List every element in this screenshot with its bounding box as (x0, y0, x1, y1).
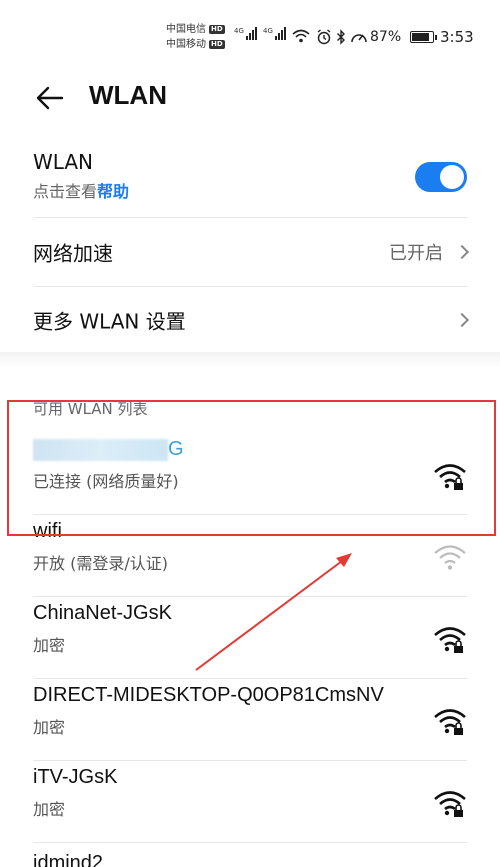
hd-badge: HD (209, 40, 225, 49)
help-hint: 点击查看帮助 (33, 178, 467, 202)
network-status: 加密 (33, 800, 66, 819)
speed-icon (351, 34, 367, 43)
available-list-header: 可用 WLAN 列表 (33, 400, 148, 418)
section-separator (0, 352, 500, 368)
chevron-right-icon (454, 312, 470, 328)
network-item[interactable]: idmind2 (33, 852, 467, 867)
network-status: 加密 (33, 718, 66, 737)
help-hint-prefix: 点击查看 (33, 182, 98, 201)
chevron-right-icon (454, 244, 470, 260)
network-name-suffix: G (168, 438, 184, 461)
signal-1-label: 4G (234, 27, 244, 35)
status-bar: 中国电信 HD 中国移动 HD 4G 4G 87% 3:53 (0, 0, 500, 58)
network-name: iTV-JGsK (33, 766, 118, 788)
wlan-switch[interactable] (415, 162, 467, 192)
signal-1-icon: 4G (234, 27, 257, 40)
network-name: G (33, 438, 467, 461)
divider (33, 678, 467, 679)
divider (33, 514, 467, 515)
bluetooth-icon (337, 29, 345, 45)
network-item[interactable]: DIRECT-MIDESKTOP-Q0OP81CmsNV 加密 (33, 684, 467, 758)
wifi-open-icon (434, 545, 466, 570)
network-status: 已连接 (网络质量好) (33, 472, 179, 492)
network-name: wifi (33, 520, 62, 542)
app-bar: WLAN (0, 76, 500, 120)
network-status: 开放 (需登录/认证) (33, 554, 168, 573)
more-wlan-settings-label: 更多 WLAN 设置 (33, 309, 186, 334)
wifi-locked-icon (434, 709, 466, 735)
signal-2-label: 4G (263, 27, 273, 35)
network-name: DIRECT-MIDESKTOP-Q0OP81CmsNV (33, 684, 384, 706)
help-link[interactable]: 帮助 (97, 182, 129, 201)
wifi-locked-icon (434, 464, 466, 490)
alarm-icon (317, 29, 331, 45)
wifi-locked-icon (434, 791, 466, 817)
switch-knob (440, 165, 464, 189)
network-item[interactable]: ChinaNet-JGsK 加密 (33, 602, 467, 676)
clock: 3:53 (440, 28, 474, 46)
network-speedup-value: 已开启 (389, 243, 443, 264)
network-name: ChinaNet-JGsK (33, 602, 172, 624)
wlan-toggle-row: WLAN 点击查看帮助 (33, 150, 467, 210)
carrier-info: 中国电信 HD 中国移动 HD (166, 22, 225, 52)
network-item-connected[interactable]: G 已连接 (网络质量好) (33, 438, 467, 514)
network-item[interactable]: iTV-JGsK 加密 (33, 766, 467, 840)
network-item[interactable]: wifi 开放 (需登录/认证) (33, 520, 467, 594)
signal-2-icon: 4G (263, 27, 286, 40)
more-wlan-settings-row[interactable]: 更多 WLAN 设置 (33, 287, 470, 353)
wlan-label: WLAN (33, 150, 94, 174)
battery-percent: 87% (370, 29, 402, 45)
hd-badge: HD (209, 25, 225, 34)
network-name: idmind2 (33, 852, 104, 867)
redacted-name-block (33, 438, 168, 461)
carrier-1-name: 中国电信 (166, 24, 206, 35)
network-speedup-label: 网络加速 (33, 241, 113, 266)
carrier-2-name: 中国移动 (166, 39, 206, 50)
battery-icon (410, 31, 437, 43)
divider (33, 596, 467, 597)
page-title: WLAN (89, 80, 167, 110)
divider (33, 842, 467, 843)
wifi-icon (292, 29, 310, 43)
network-speedup-row[interactable]: 网络加速 已开启 (33, 218, 470, 286)
network-status: 加密 (33, 636, 66, 655)
back-arrow-icon[interactable] (34, 82, 66, 114)
wifi-locked-icon (434, 627, 466, 653)
divider (33, 760, 467, 761)
